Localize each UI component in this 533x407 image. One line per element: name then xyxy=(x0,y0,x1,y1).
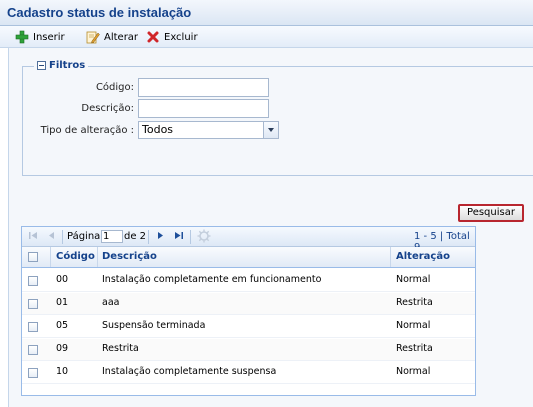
cell-codigo: 00 xyxy=(56,274,69,285)
delete-button[interactable]: Excluir xyxy=(146,29,198,45)
codigo-input[interactable] xyxy=(138,78,269,97)
insert-label: Inserir xyxy=(33,31,65,43)
cell-alteracao: Normal xyxy=(396,274,431,285)
x-icon xyxy=(146,30,160,44)
row-checkbox[interactable] xyxy=(28,276,38,289)
window-title: Cadastro status de instalação xyxy=(7,5,192,20)
codigo-label: Código: xyxy=(95,82,134,93)
row-checkbox[interactable] xyxy=(28,322,38,335)
plus-icon xyxy=(15,30,29,44)
table-row[interactable]: 09 Restrita Restrita xyxy=(22,339,475,361)
cell-descricao: aaa xyxy=(102,297,120,308)
header-separator xyxy=(390,247,391,267)
cell-alteracao: Normal xyxy=(396,366,431,377)
page-label: Página xyxy=(67,231,101,242)
pager-separator xyxy=(190,230,191,244)
descricao-input[interactable] xyxy=(138,99,269,118)
edit-button[interactable]: Alterar xyxy=(86,29,138,45)
tipo-alteracao-value: Todos xyxy=(142,123,174,136)
cell-alteracao: Restrita xyxy=(396,297,433,308)
pager-separator xyxy=(62,230,63,244)
first-page-icon[interactable] xyxy=(28,230,39,244)
pager-separator xyxy=(148,230,149,244)
table-row[interactable]: 05 Suspensão terminada Normal xyxy=(22,316,475,338)
chevron-down-icon[interactable] xyxy=(263,122,278,138)
row-checkbox[interactable] xyxy=(28,345,38,358)
last-page-icon[interactable] xyxy=(173,230,184,244)
edit-label: Alterar xyxy=(104,31,139,43)
row-checkbox[interactable] xyxy=(28,368,38,381)
column-header-alteracao[interactable]: Alteração xyxy=(396,251,450,262)
search-button[interactable]: Pesquisar xyxy=(458,204,524,222)
filters-legend[interactable]: Filtros xyxy=(34,58,89,72)
toolbar: Inserir Alterar Excluir xyxy=(0,26,533,48)
page-number-input[interactable]: 1 xyxy=(101,230,123,243)
collapse-icon[interactable] xyxy=(37,60,46,70)
cell-codigo: 05 xyxy=(56,320,69,331)
pager-toolbar: Página 1 de 2 1 - 5 | Total 9 xyxy=(22,227,475,253)
filters-legend-label: Filtros xyxy=(49,59,86,71)
select-all-checkbox[interactable] xyxy=(28,252,38,265)
grid-header: Código Descrição Alteração xyxy=(22,247,475,268)
row-checkbox[interactable] xyxy=(28,299,38,312)
cell-descricao: Instalação completamente em funcionament… xyxy=(102,274,322,285)
cell-codigo: 01 xyxy=(56,297,69,308)
table-row[interactable]: 10 Instalação completamente suspensa Nor… xyxy=(22,362,475,384)
insert-button[interactable]: Inserir xyxy=(15,29,65,45)
cell-codigo: 09 xyxy=(56,343,69,354)
next-page-icon[interactable] xyxy=(155,230,166,244)
cell-codigo: 10 xyxy=(56,366,69,377)
page-total-label: de 2 xyxy=(124,231,147,242)
refresh-icon[interactable] xyxy=(197,229,211,246)
window-titlebar: Cadastro status de instalação xyxy=(0,0,533,26)
delete-label: Excluir xyxy=(164,31,198,43)
pencil-icon xyxy=(86,30,100,44)
cell-descricao: Instalação completamente suspensa xyxy=(102,366,277,377)
prev-page-icon[interactable] xyxy=(46,230,57,244)
descricao-label: Descrição: xyxy=(81,103,134,114)
header-separator xyxy=(97,247,98,267)
tipo-alteracao-select[interactable]: Todos xyxy=(138,121,279,139)
table-row[interactable]: 01 aaa Restrita xyxy=(22,293,475,315)
cell-alteracao: Normal xyxy=(396,320,431,331)
header-separator xyxy=(50,247,51,267)
column-header-codigo[interactable]: Código xyxy=(56,251,95,262)
table-row[interactable]: 00 Instalação completamente em funcionam… xyxy=(22,270,475,292)
cell-descricao: Restrita xyxy=(102,343,139,354)
cell-alteracao: Restrita xyxy=(396,343,433,354)
cell-descricao: Suspensão terminada xyxy=(102,320,206,331)
column-header-descricao[interactable]: Descrição xyxy=(102,251,157,262)
tipo-alteracao-label: Tipo de alteração : xyxy=(40,125,134,136)
